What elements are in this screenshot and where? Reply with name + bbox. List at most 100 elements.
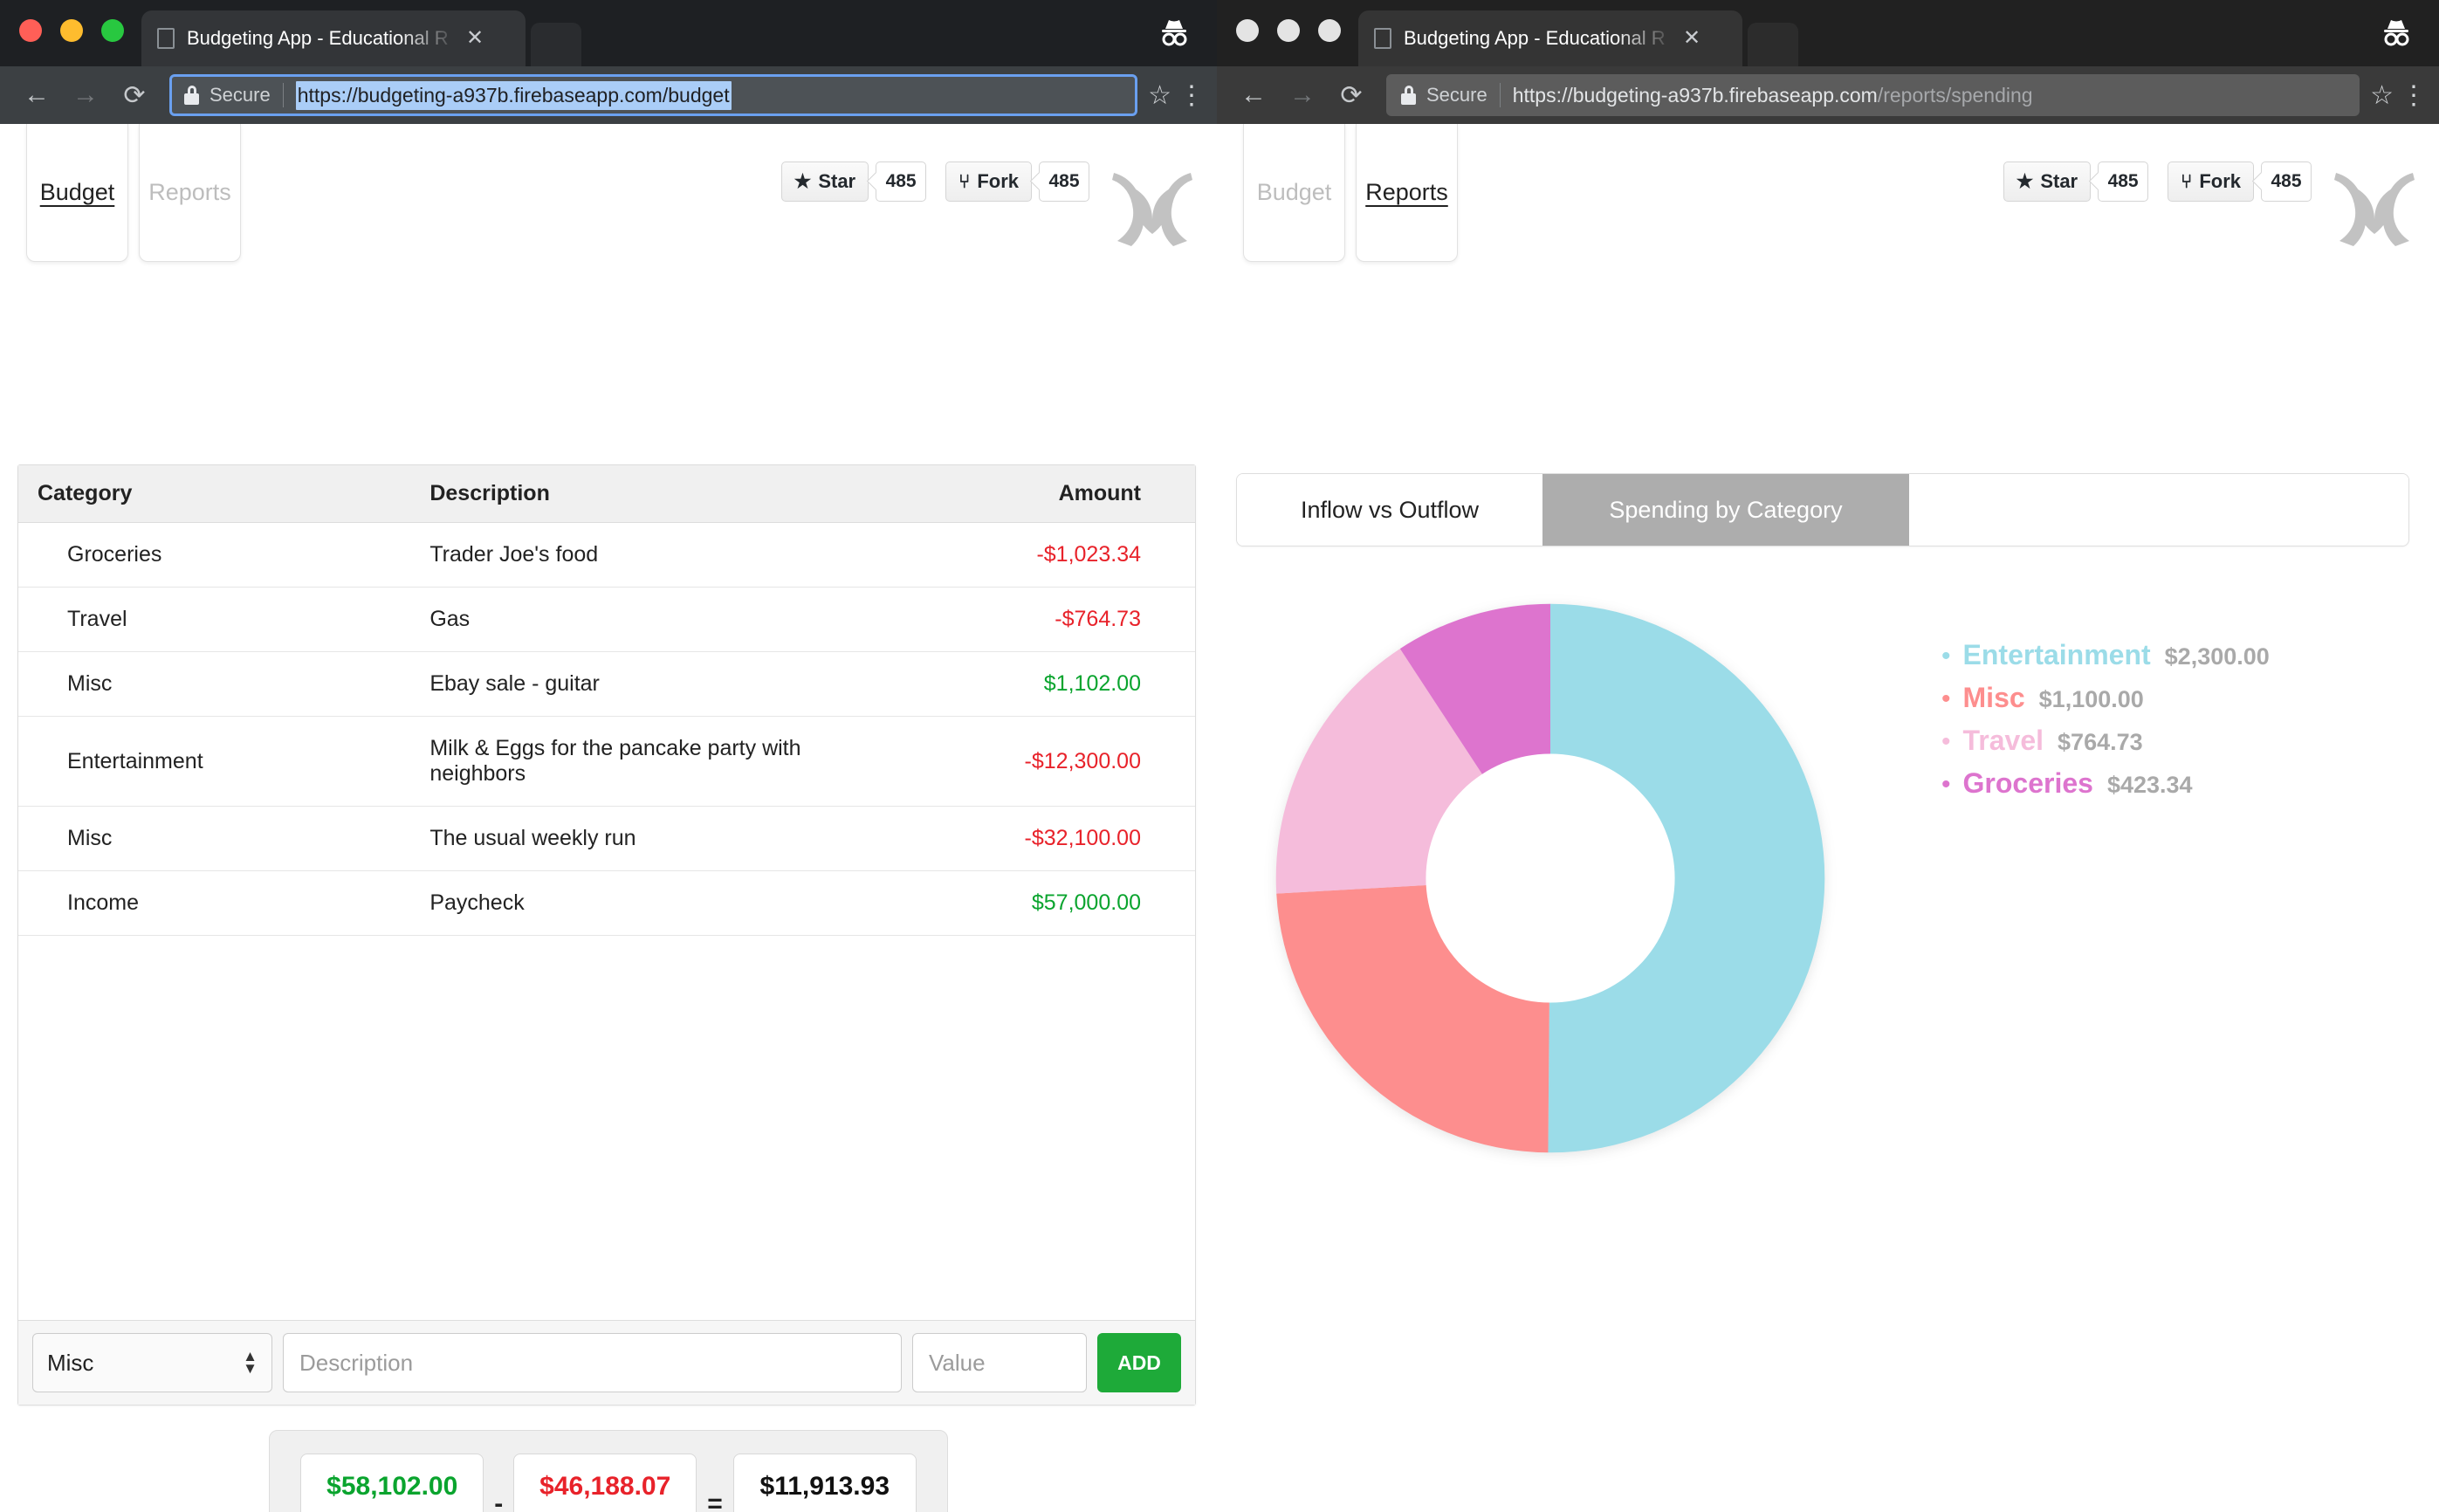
cell-amount: -$764.73 xyxy=(802,587,1195,652)
repo-actions-left: ★ Star 485 ⑂ Fork 485 xyxy=(762,162,1089,202)
forward-button[interactable]: → xyxy=(61,71,110,120)
cell-category: Misc xyxy=(18,806,411,871)
legend-label: Travel xyxy=(1962,725,2044,756)
browser-menu-icon[interactable]: ⋮ xyxy=(2401,80,2427,111)
legend-label: Misc xyxy=(1962,682,2025,713)
total-outflow-value: $46,188.07 xyxy=(513,1454,697,1512)
value-input[interactable]: Value xyxy=(912,1333,1087,1392)
cell-description: Gas xyxy=(410,587,803,652)
star-icon: ★ xyxy=(2016,170,2034,192)
tab-spending-by-category[interactable]: Spending by Category xyxy=(1542,474,1909,546)
bookmark-star-icon[interactable]: ☆ xyxy=(1148,80,1171,111)
legend-color-dot: • xyxy=(1941,684,1951,713)
fork-button-label: Fork xyxy=(977,170,1019,192)
description-input[interactable]: Description xyxy=(283,1333,902,1392)
budget-table-body: Groceries Trader Joe's food -$1,023.34 T… xyxy=(18,522,1195,936)
nav-tab-budget[interactable]: Budget xyxy=(1243,124,1345,262)
star-button-label: Star xyxy=(818,170,856,192)
tab-inflow-vs-outflow[interactable]: Inflow vs Outflow xyxy=(1237,474,1542,546)
table-row[interactable]: Groceries Trader Joe's food -$1,023.34 xyxy=(18,522,1195,588)
column-header-category: Category xyxy=(18,465,411,523)
star-button[interactable]: ★ Star xyxy=(780,162,869,202)
category-select[interactable]: Misc ▲ ▼ xyxy=(32,1333,272,1392)
lock-icon xyxy=(1401,86,1416,105)
table-row[interactable]: Travel Gas -$764.73 xyxy=(18,587,1195,652)
close-window-button[interactable] xyxy=(1236,19,1259,42)
budget-table-head: Category Description Amount xyxy=(18,465,1195,523)
fork-group: ⑂ Fork 485 xyxy=(945,162,1089,202)
new-entry-form: Misc ▲ ▼ Description Value ADD xyxy=(18,1320,1195,1405)
table-row[interactable]: Entertainment Milk & Eggs for the pancak… xyxy=(18,716,1195,807)
reload-button[interactable]: ⟳ xyxy=(110,71,159,120)
fork-button-label: Fork xyxy=(2199,170,2241,192)
address-bar[interactable]: Secure https://budgeting-a937b.firebasea… xyxy=(169,74,1138,116)
app-logo-icon xyxy=(2327,166,2422,260)
cell-amount: $1,102.00 xyxy=(802,651,1195,717)
omnibox-divider xyxy=(282,83,284,107)
omnibox-bar-right: ← → ⟳ Secure https://budgeting-a937b.fir… xyxy=(1217,66,2439,124)
report-tabs: Inflow vs Outflow Spending by Category xyxy=(1236,473,2409,546)
close-tab-icon[interactable]: ✕ xyxy=(1683,28,1700,49)
app-header-right: Budget Reports ★ Star 485 ⑂ Fork 485 xyxy=(1217,124,2439,278)
fork-button[interactable]: ⑂ Fork xyxy=(945,162,1032,202)
reload-button[interactable]: ⟳ xyxy=(1327,71,1376,120)
star-count[interactable]: 485 xyxy=(2098,162,2149,202)
fork-button[interactable]: ⑂ Fork xyxy=(2168,162,2254,202)
donut-hole xyxy=(1426,753,1675,1003)
nav-tab-budget[interactable]: Budget xyxy=(26,124,128,262)
fork-count[interactable]: 485 xyxy=(2261,162,2312,202)
chart-legend: • Entertainment $2,300.00 • Misc $1,100.… xyxy=(1941,639,2270,810)
cell-amount: -$12,300.00 xyxy=(802,716,1195,807)
address-bar[interactable]: Secure https://budgeting-a937b.firebasea… xyxy=(1386,74,2360,116)
minimize-window-button[interactable] xyxy=(60,19,83,42)
star-group: ★ Star 485 xyxy=(780,162,927,202)
browser-tab[interactable]: Budgeting App - Educational R ✕ xyxy=(1358,10,1742,66)
fork-icon: ⑂ xyxy=(958,170,971,192)
table-row[interactable]: Misc Ebay sale - guitar $1,102.00 xyxy=(18,651,1195,717)
legend-label: Entertainment xyxy=(1962,639,2151,670)
url-base: https://budgeting-a937b.firebaseapp.com xyxy=(1512,83,1878,107)
url-text[interactable]: https://budgeting-a937b.firebaseapp.com/… xyxy=(295,80,732,110)
cell-description: Paycheck xyxy=(410,870,803,936)
nav-tab-reports[interactable]: Reports xyxy=(1356,124,1458,262)
working-balance-item: $11,913.93 Working Balance xyxy=(732,1454,917,1512)
legend-item[interactable]: • Travel $764.73 xyxy=(1941,725,2270,757)
cell-category: Misc xyxy=(18,651,411,717)
star-button[interactable]: ★ Star xyxy=(2003,162,2092,202)
nav-tab-reports[interactable]: Reports xyxy=(139,124,241,262)
legend-item[interactable]: • Entertainment $2,300.00 xyxy=(1941,639,2270,671)
column-header-description: Description xyxy=(410,465,803,523)
cell-category: Groceries xyxy=(18,522,411,588)
legend-label: Groceries xyxy=(1962,767,2093,799)
maximize-window-button[interactable] xyxy=(101,19,124,42)
tabstrip-left: Budgeting App - Educational R ✕ xyxy=(141,10,581,66)
bookmark-star-icon[interactable]: ☆ xyxy=(2370,80,2394,111)
star-button-label: Star xyxy=(2040,170,2078,192)
legend-item[interactable]: • Misc $1,100.00 xyxy=(1941,682,2270,714)
url-text[interactable]: https://budgeting-a937b.firebaseapp.com/… xyxy=(1513,84,2033,107)
forward-button[interactable]: → xyxy=(1278,71,1327,120)
add-button[interactable]: ADD xyxy=(1097,1333,1181,1392)
table-row[interactable]: Income Paycheck $57,000.00 xyxy=(18,870,1195,936)
back-button[interactable]: ← xyxy=(12,71,61,120)
browser-tab[interactable]: Budgeting App - Educational R ✕ xyxy=(141,10,526,66)
close-tab-icon[interactable]: ✕ xyxy=(466,28,484,49)
maximize-window-button[interactable] xyxy=(1318,19,1341,42)
legend-item[interactable]: • Groceries $423.34 xyxy=(1941,767,2270,800)
app-logo-icon xyxy=(1105,166,1199,260)
working-balance-value: $11,913.93 xyxy=(732,1454,917,1512)
legend-color-dot: • xyxy=(1941,727,1951,756)
back-button[interactable]: ← xyxy=(1229,71,1278,120)
total-outflow-item: $46,188.07 Total Outflow xyxy=(513,1454,697,1512)
budget-table-card: Category Description Amount Groceries Tr… xyxy=(17,464,1196,1405)
table-row[interactable]: Misc The usual weekly run -$32,100.00 xyxy=(18,806,1195,871)
new-tab-button[interactable] xyxy=(531,23,581,66)
close-window-button[interactable] xyxy=(19,19,42,42)
fork-count[interactable]: 485 xyxy=(1039,162,1089,202)
minimize-window-button[interactable] xyxy=(1277,19,1300,42)
browser-menu-icon[interactable]: ⋮ xyxy=(1178,80,1205,111)
url-path: /reports/spending xyxy=(1877,83,2033,107)
cell-category: Income xyxy=(18,870,411,936)
star-count[interactable]: 485 xyxy=(876,162,927,202)
new-tab-button[interactable] xyxy=(1748,23,1798,66)
